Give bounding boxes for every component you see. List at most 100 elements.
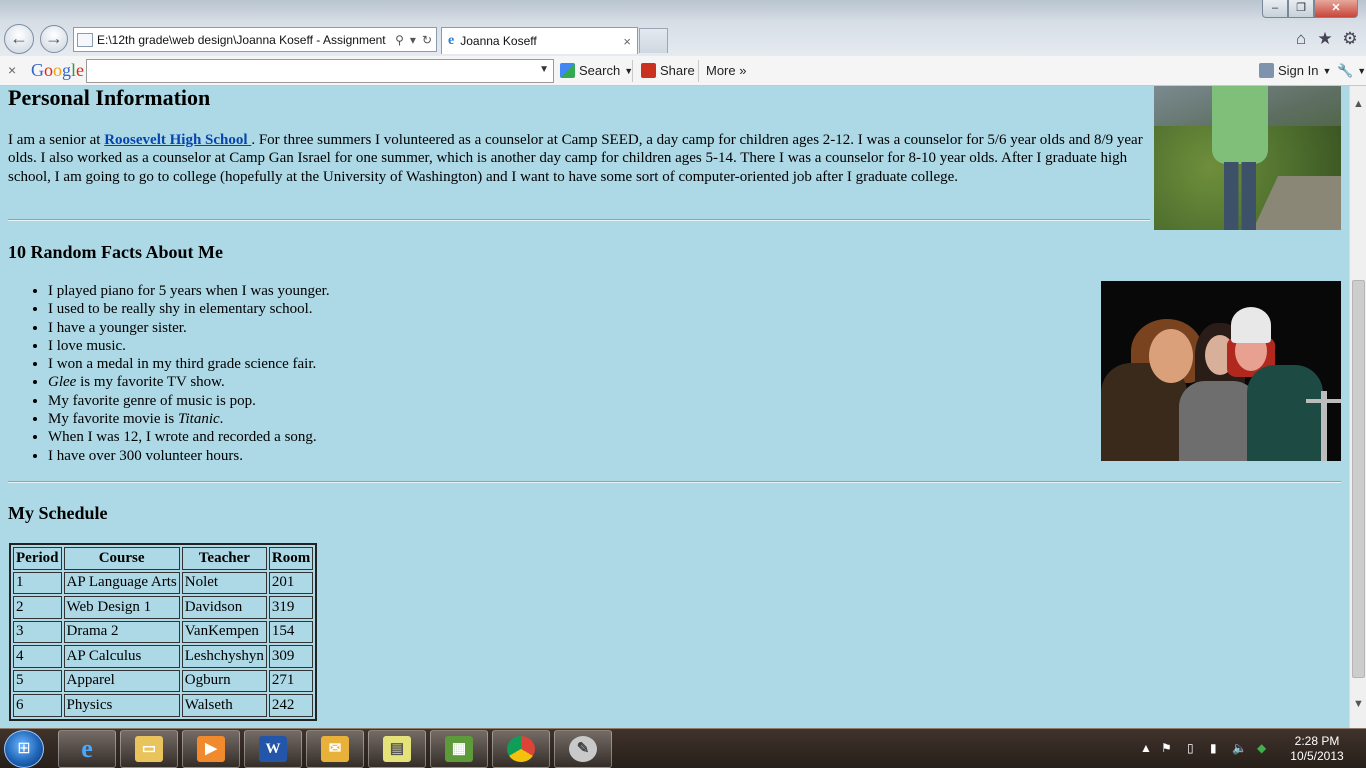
start-button[interactable]: ⊞ [4,730,44,768]
table-cell: AP Calculus [63,645,180,668]
sticky-notes-icon: ▤ [383,736,411,762]
close-toolbar-icon[interactable]: × [8,62,16,78]
page-icon [77,32,93,47]
volume-icon[interactable]: 🔈 [1232,741,1247,755]
heading-my-schedule: My Schedule [8,503,108,523]
minimize-button[interactable]: – [1262,0,1288,18]
table-row: 3 Drama 2 VanKempen 154 [13,620,314,643]
tab-title: Joanna Koseff [460,34,537,48]
show-hidden-icons-icon[interactable]: ▲ [1140,741,1152,755]
table-cell: 1 [13,571,62,594]
list-item: I won a medal in my third grade science … [48,355,330,373]
action-center-flag-icon[interactable]: ⚑ [1161,741,1172,755]
table-cell: VanKempen [181,620,267,643]
word-icon: W [259,736,287,762]
heading-random-facts: 10 Random Facts About Me [8,242,223,262]
maximize-button[interactable]: ❐ [1288,0,1314,18]
more-button[interactable]: More » [706,63,746,78]
facts-list: I played piano for 5 years when I was yo… [48,282,330,465]
table-row: 4 AP Calculus Leshchyshyn 309 [13,645,314,668]
table-cell: 319 [268,596,314,619]
system-clock[interactable]: 2:28 PM 10/5/2013 [1284,734,1350,764]
table-cell: Web Design 1 [63,596,180,619]
header-room: Room [268,547,314,570]
address-bar[interactable]: E:\12th grade\web design\Joanna Koseff -… [73,27,437,52]
divider [8,481,1341,483]
google-search-input[interactable]: ▼ [86,59,554,83]
table-cell: 271 [268,669,314,692]
more-label: More » [706,63,747,78]
wrench-icon[interactable]: 🔧 ▼ [1337,63,1366,79]
google-drive-icon[interactable]: ◆ [1257,741,1266,755]
search-dropdown-icon[interactable]: ▼ [539,64,549,75]
header-teacher: Teacher [181,547,267,570]
taskbar-word[interactable]: W [244,730,302,768]
taskbar-outlook[interactable]: ✉ [306,730,364,768]
refresh-icon[interactable]: ↻ [422,33,432,47]
clock-date: 10/5/2013 [1290,749,1344,763]
sign-in-button[interactable]: Sign In ▼ [1259,63,1331,78]
table-cell: Walseth [181,694,267,717]
share-button[interactable]: Share [641,63,695,78]
search-icon[interactable]: ⚲ [395,33,404,47]
address-text[interactable]: E:\12th grade\web design\Joanna Koseff -… [97,33,391,47]
media-player-icon: ▶ [197,736,225,762]
forward-button[interactable]: → [40,25,68,53]
scroll-thumb[interactable] [1352,280,1365,678]
close-tab-icon[interactable]: × [623,34,631,49]
chevron-down-icon: ▼ [1322,65,1332,76]
table-cell: 154 [268,620,314,643]
table-cell: 4 [13,645,62,668]
tab-joanna-koseff[interactable]: e Joanna Koseff × [441,27,638,54]
battery-icon[interactable]: ▯ [1187,741,1194,755]
taskbar-project-app[interactable]: ▦ [430,730,488,768]
taskbar-sticky-notes[interactable]: ▤ [368,730,426,768]
taskbar-chrome[interactable] [492,730,550,768]
close-window-button[interactable]: ✕ [1314,0,1358,18]
paint-palette-icon: ✎ [569,736,597,762]
back-button[interactable]: ← [4,24,34,54]
spreadsheet-icon: ▦ [445,736,473,762]
table-cell: Ogburn [181,669,267,692]
header-course: Course [63,547,180,570]
clock-time: 2:28 PM [1294,734,1340,748]
share-label: Share [660,63,695,78]
taskbar-media-player[interactable]: ▶ [182,730,240,768]
table-row: 2 Web Design 1 Davidson 319 [13,596,314,619]
list-item: I have a younger sister. [48,319,330,337]
table-cell: 3 [13,620,62,643]
table-cell: Davidson [181,596,267,619]
schedule-table: Period Course Teacher Room 1 AP Language… [9,543,318,721]
list-item: Glee is my favorite TV show. [48,373,330,391]
ie-tab-icon: e [448,33,455,48]
list-item: When I was 12, I wrote and recorded a so… [48,428,330,446]
home-icon[interactable]: ⌂ [1291,29,1311,49]
google-toolbar: × Google ▼ Search ▼ Share More » Sign In… [0,56,1366,86]
roosevelt-high-school-link[interactable]: Roosevelt High School [104,132,251,148]
taskbar-paint[interactable]: ✎ [554,730,612,768]
google-search-button[interactable]: Search ▼ [560,63,633,78]
taskbar-file-explorer[interactable]: ▭ [120,730,178,768]
list-item: My favorite movie is Titanic. [48,410,330,428]
heading-personal-information: Personal Information [8,86,211,110]
new-tab-button[interactable] [639,28,668,53]
scroll-up-arrow[interactable]: ▲ [1350,98,1366,110]
table-cell: 6 [13,694,62,717]
network-signal-icon[interactable]: ▮ [1210,741,1217,755]
toolbar-divider [632,60,633,82]
mail-icon: ✉ [321,736,349,762]
favorites-star-icon[interactable]: ★ [1315,29,1335,49]
tools-gear-icon[interactable]: ⚙ [1340,29,1360,49]
google-logo: Google [31,60,85,80]
google-search-icon [560,63,575,78]
table-cell: Drama 2 [63,620,180,643]
table-header-row: Period Course Teacher Room [13,547,314,570]
vertical-scrollbar[interactable]: ▲ ▼ [1349,86,1366,728]
taskbar-internet-explorer[interactable]: e [58,730,116,768]
scroll-down-arrow[interactable]: ▼ [1350,698,1366,710]
search-button-label: Search [579,63,621,78]
dropdown-icon[interactable]: ▾ [410,33,416,47]
table-cell: AP Language Arts [63,571,180,594]
browser-title-bar: – ❐ ✕ ← → E:\12th grade\web design\Joann… [0,0,1366,56]
user-icon [1259,63,1274,78]
